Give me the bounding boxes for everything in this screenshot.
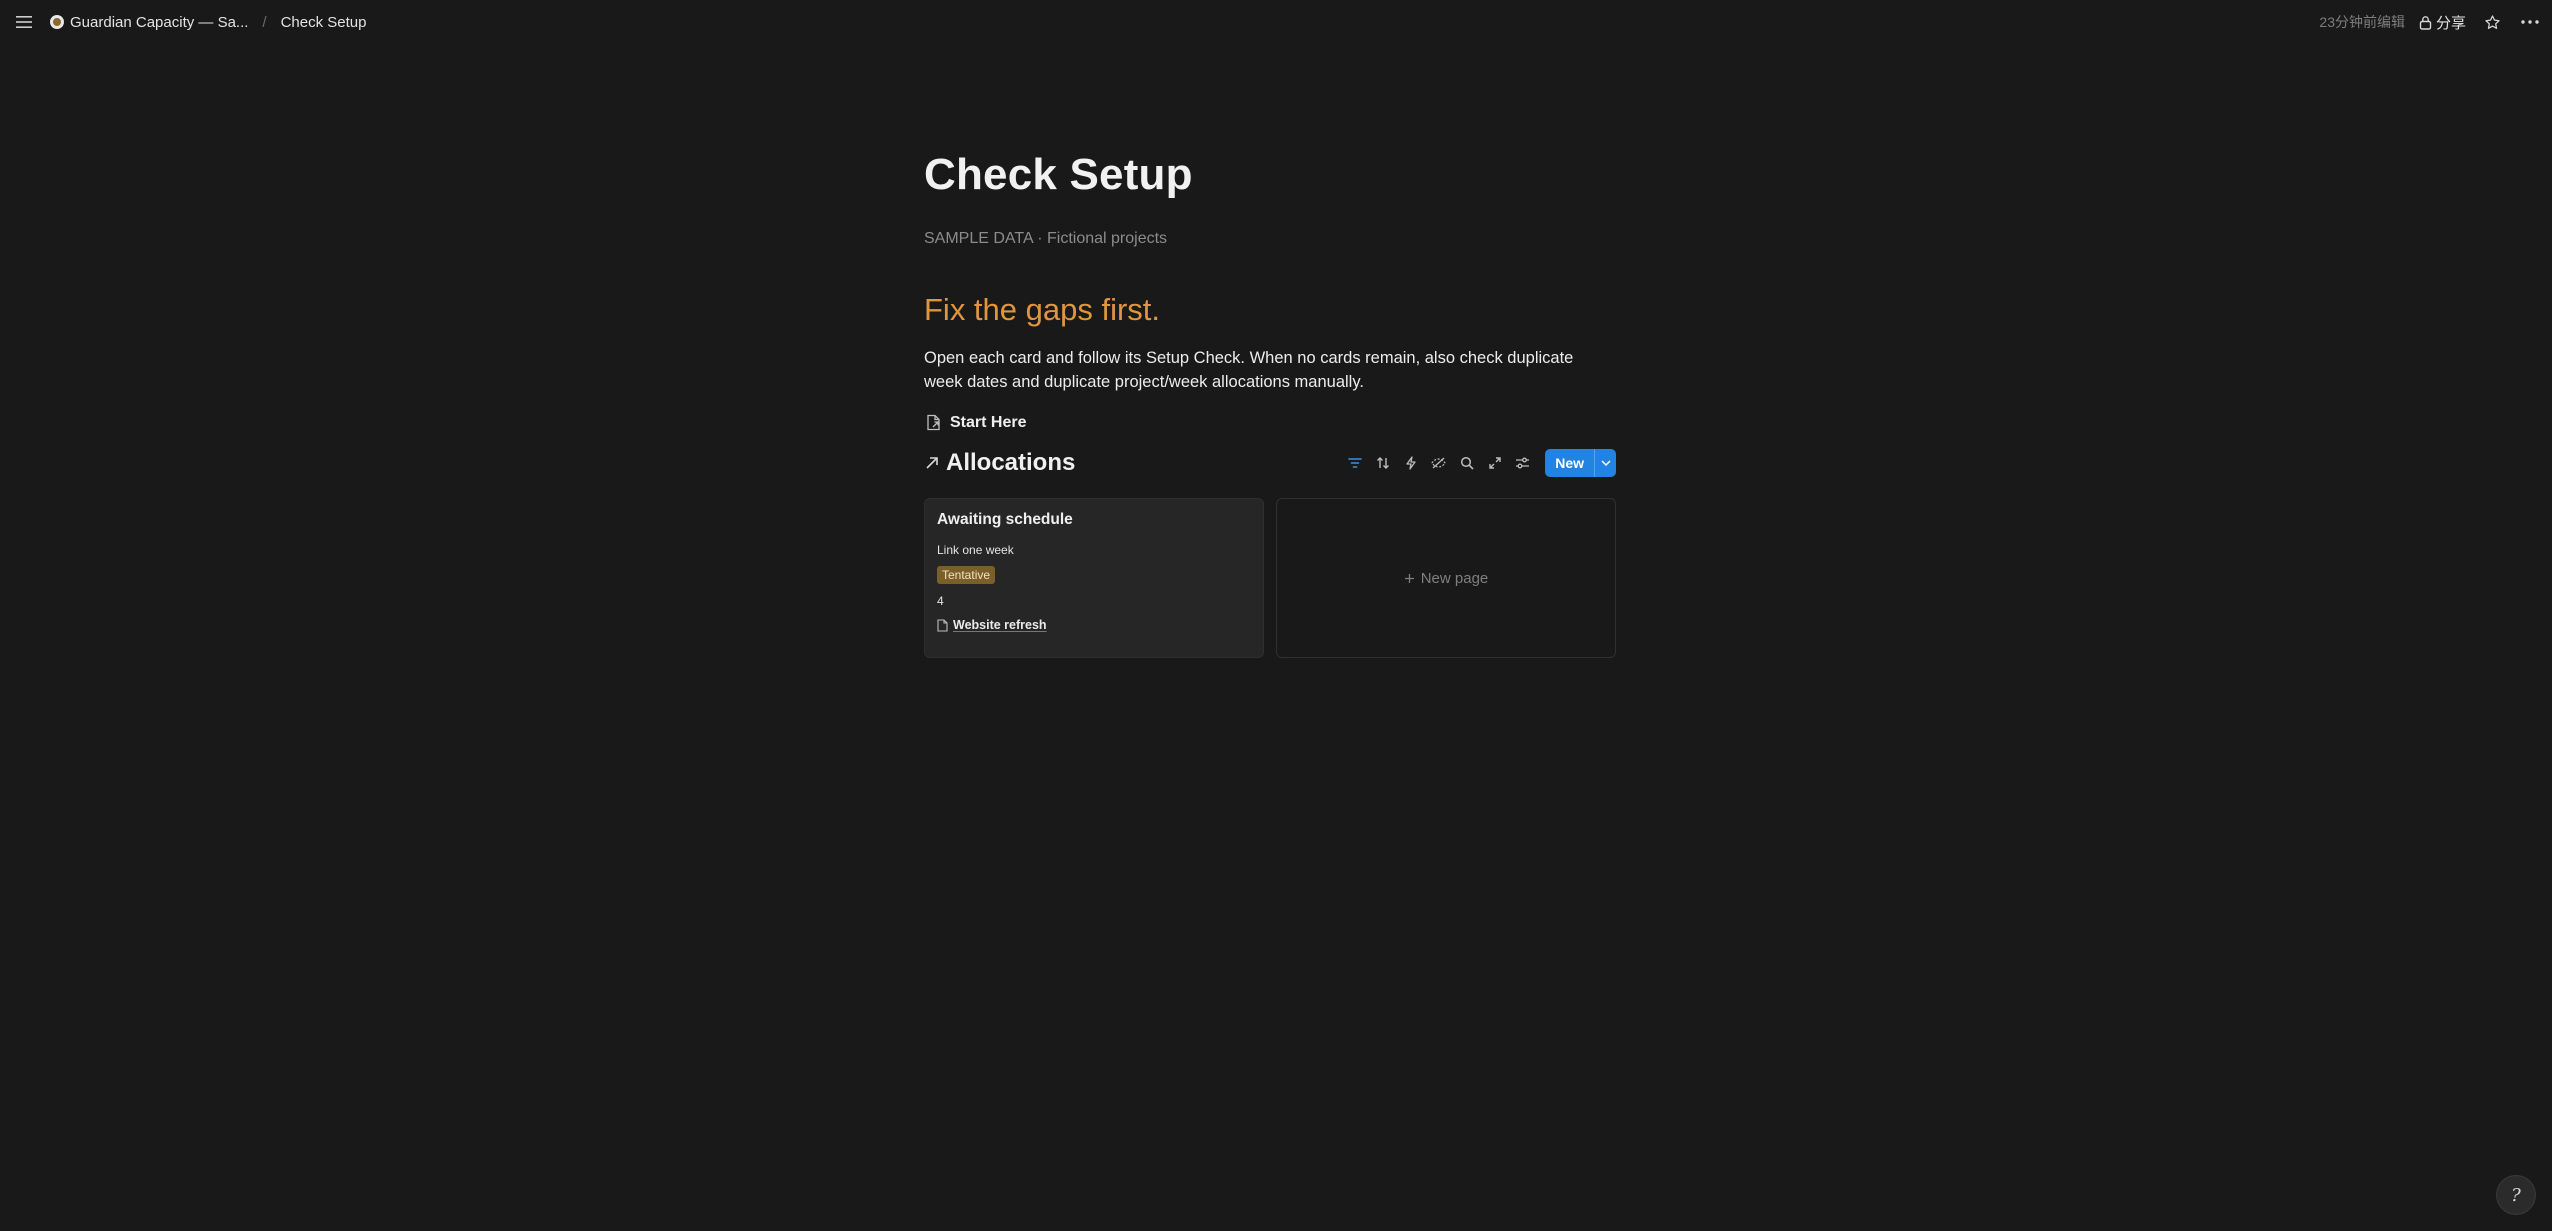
card-project-link[interactable]: Website refresh [937,618,1251,632]
page-title[interactable]: Check Setup [924,150,1193,200]
breadcrumb-workspace[interactable]: Guardian Capacity — Sa... [46,11,252,34]
allocation-card[interactable]: Awaiting schedule Link one week Tentativ… [924,498,1264,658]
more-options-icon[interactable] [2518,10,2542,34]
page-subtitle: SAMPLE DATA · Fictional projects [924,230,1168,247]
help-question-icon[interactable]: ? [2496,1175,2536,1215]
new-page-row: New page [1404,569,1489,587]
board-cards: Awaiting schedule Link one week Tentativ… [924,498,1616,658]
search-icon[interactable] [1455,452,1478,475]
page-document-icon [937,618,948,632]
breadcrumb-current-label: Check Setup [280,13,367,31]
instructions-paragraph: Open each card and follow its Setup Chec… [924,349,1574,391]
expand-icon[interactable] [1483,452,1506,475]
share-label: 分享 [2435,14,2466,32]
new-button-group: New [1545,449,1616,477]
database-header: Allocations New [924,448,1616,478]
hide-properties-icon[interactable] [1427,452,1450,475]
breadcrumb-current-page[interactable]: Check Setup [277,11,371,34]
start-here-label: Start Here [950,414,1027,431]
plus-icon [1404,573,1414,583]
sidebar-menu-icon[interactable] [12,11,36,33]
section-heading: Fix the gaps first. [924,292,1161,327]
status-tag: Tentative [937,566,996,584]
view-settings-icon[interactable] [1511,452,1534,475]
new-button[interactable]: New [1545,449,1594,477]
linked-database-arrow-icon [926,457,938,469]
breadcrumb: Guardian Capacity — Sa... / Check Setup [46,0,370,44]
new-page-card[interactable]: New page [1276,498,1616,658]
card-number: 4 [937,594,944,608]
card-project-label: Website refresh [953,618,1047,632]
top-bar: Guardian Capacity — Sa... / Check Setup … [0,0,2552,44]
card-title: Awaiting schedule [937,511,1073,528]
automation-lightning-icon[interactable] [1399,452,1422,475]
database-title: Allocations [946,449,1076,476]
share-button[interactable]: 分享 [2419,12,2466,33]
sort-icon[interactable] [1371,452,1394,475]
database-title-link[interactable]: Allocations [924,448,1075,478]
last-edited-text: 23分钟前编辑 [2319,14,2405,30]
page-link-icon [927,414,940,431]
database-toolbar: New [1343,448,1616,478]
help-glyph: ? [2511,1184,2521,1206]
lock-icon [2419,15,2432,30]
top-actions: 23分钟前编辑 分享 [2319,0,2542,44]
new-page-label: New page [1420,569,1489,587]
new-dropdown-chevron-down-icon[interactable] [1594,449,1616,477]
filter-icon[interactable] [1343,452,1366,475]
workspace-icon [50,15,64,29]
start-here-link[interactable]: Start Here [924,410,1026,436]
favorite-star-icon[interactable] [2480,10,2504,34]
breadcrumb-separator: / [262,13,267,31]
breadcrumb-workspace-label: Guardian Capacity — Sa... [70,13,249,31]
card-setup-check: Link one week [937,543,1014,557]
